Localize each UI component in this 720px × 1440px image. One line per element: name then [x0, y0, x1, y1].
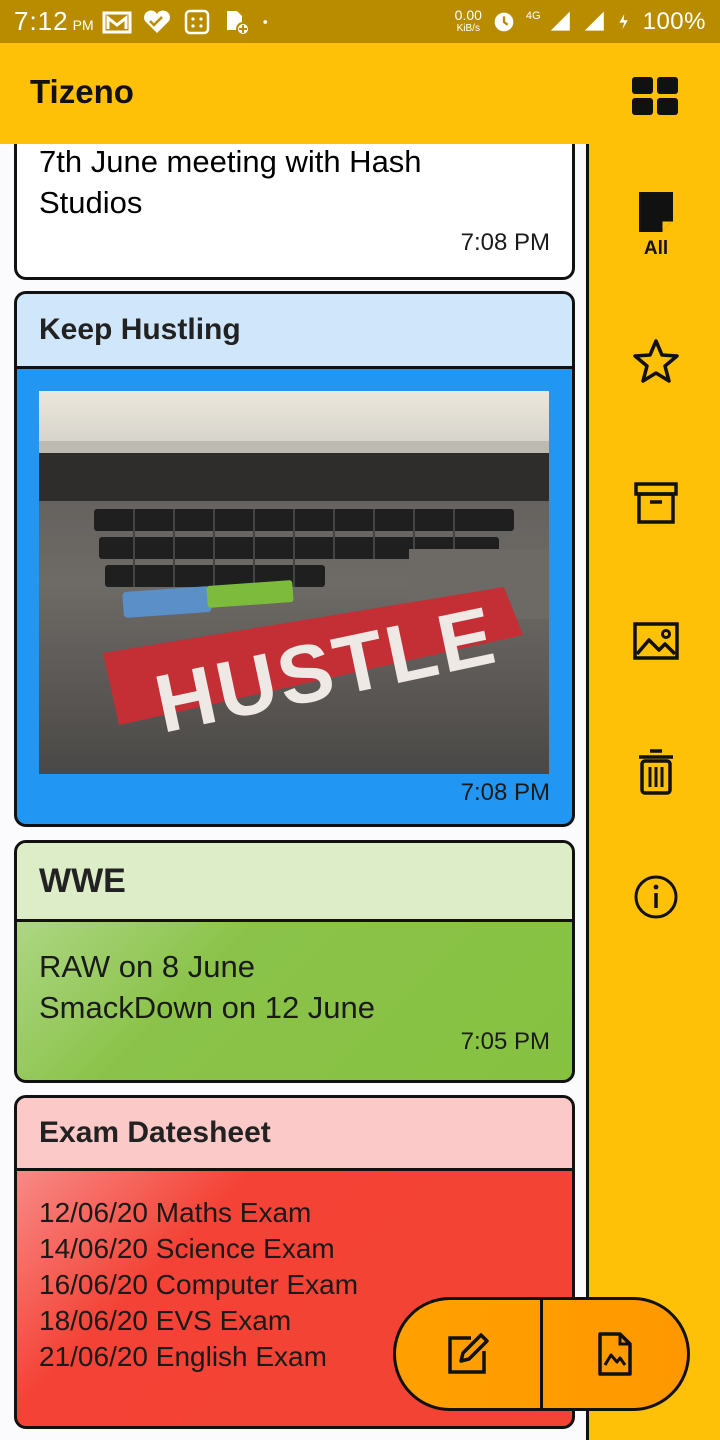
signal-icon	[550, 11, 570, 32]
note-body: 7th June meeting with Hash Studios	[39, 144, 422, 220]
fab-pill	[393, 1297, 690, 1411]
network-type: 4G	[525, 9, 541, 22]
star-icon	[633, 339, 679, 383]
alarm-icon	[494, 13, 514, 32]
health-icon	[143, 10, 170, 33]
rail-label-all: All	[643, 238, 669, 259]
dot-icon	[263, 19, 267, 24]
status-time: 7:12	[14, 6, 69, 36]
trash-icon	[639, 749, 673, 795]
status-ampm: PM	[72, 16, 94, 33]
rail-item-info[interactable]	[589, 872, 720, 922]
note-icon	[639, 192, 673, 232]
charging-icon	[619, 14, 628, 30]
rail-item-favorites[interactable]	[589, 337, 720, 387]
edit-note-icon	[448, 1333, 489, 1374]
new-note-button[interactable]	[396, 1300, 540, 1408]
note-title: Keep Hustling	[17, 294, 572, 369]
info-icon	[634, 875, 678, 919]
note-time: 7:08 PM	[460, 779, 550, 806]
archive-icon	[634, 482, 678, 524]
status-bar: 7:12 PM 0.00 KiB/s 4G 100%	[0, 0, 720, 43]
note-title: WWE	[17, 843, 572, 922]
signal-icon-2	[584, 11, 604, 32]
file-icon	[226, 10, 250, 36]
gmail-icon	[102, 11, 132, 33]
rail-item-images[interactable]	[589, 616, 720, 666]
note-body: 12/06/20 Maths Exam 14/06/20 Science Exa…	[39, 1197, 359, 1372]
rail-item-archive[interactable]	[589, 478, 720, 528]
battery-level: 100%	[642, 7, 706, 35]
note-card[interactable]: WWE RAW on 8 June SmackDown on 12 June 7…	[14, 840, 575, 1083]
app-title: Tizeno	[30, 73, 134, 110]
net-speed-value: 0.00	[454, 6, 482, 23]
new-image-note-button[interactable]	[543, 1300, 687, 1408]
side-rail: All	[586, 144, 720, 1440]
notes-list: 7th June meeting with Hash Studios 7:08 …	[14, 144, 575, 1440]
net-speed: 0.00 KiB/s	[454, 6, 482, 35]
rail-item-all[interactable]: All	[589, 188, 720, 260]
note-body: RAW on 8 June SmackDown on 12 June	[39, 949, 376, 1025]
note-image: HUSTLE	[39, 391, 549, 774]
note-card[interactable]: 7th June meeting with Hash Studios 7:08 …	[14, 144, 575, 280]
grid-view-icon[interactable]	[632, 77, 678, 115]
note-time: 7:05 PM	[460, 1028, 550, 1055]
net-speed-unit: KiB/s	[456, 22, 480, 34]
note-time: 7:08 PM	[460, 229, 550, 256]
app-bar: Tizeno	[0, 43, 720, 144]
note-card[interactable]: Keep Hustling HUSTLE 7:08 PM	[14, 291, 575, 827]
note-title: Exam Datesheet	[17, 1098, 572, 1171]
rail-item-trash[interactable]	[589, 747, 720, 797]
calculator-icon	[184, 9, 209, 34]
image-note-icon	[598, 1332, 632, 1376]
image-icon	[633, 622, 679, 660]
